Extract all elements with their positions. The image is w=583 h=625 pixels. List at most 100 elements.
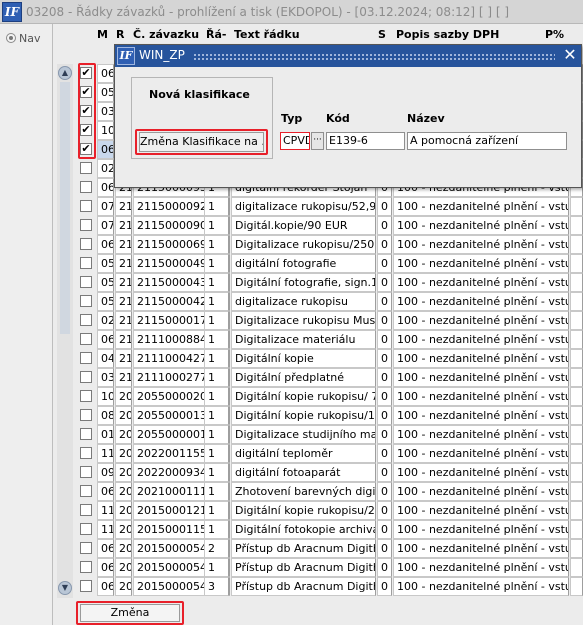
cell-pp[interactable] [570,501,583,520]
cell-s[interactable]: 0 [377,539,392,558]
cell-pp[interactable] [570,482,583,501]
cell-s[interactable]: 0 [377,292,392,311]
cell-m[interactable]: 07 [97,216,114,235]
row-checkbox[interactable] [80,390,92,402]
cell-tx[interactable]: Digitalizace studijního materiál [231,425,376,444]
row-checkbox[interactable] [80,580,92,592]
cell-m[interactable]: 06 [97,140,114,159]
cell-ra[interactable]: 3 [204,577,229,596]
cell-tx[interactable]: Digitální předplatné [231,368,376,387]
cell-tx[interactable]: digitální fotografie [231,254,376,273]
table-row[interactable]: 06 21 2111000884 1 Digitalizace materiálu 0 10… [53,330,583,349]
cell-m[interactable]: 06 [97,64,114,83]
typ-field[interactable]: CPVD [280,132,310,150]
row-checkbox[interactable] [80,162,92,174]
cell-m[interactable]: 10 [97,121,114,140]
cell-s[interactable]: 0 [377,501,392,520]
cell-r[interactable]: 21 [115,273,132,292]
cell-tx[interactable]: Přístup db Aracnum Digitheca [231,539,376,558]
cell-pd[interactable]: 100 - nezdanitelné plnění - vstu [393,406,569,425]
table-row[interactable]: 05 21 2115000042 1 digitalizace rukopisu 0 100… [53,292,583,311]
cell-s[interactable]: 0 [377,463,392,482]
cell-ra[interactable]: 1 [204,558,229,577]
cell-r[interactable]: 20 [115,558,132,577]
table-row[interactable]: 062020210001111Zhotovení barevných digit… [53,482,583,501]
cell-tx[interactable]: Digitalizace rukopisu Mus. 11 [231,311,376,330]
cell-tx[interactable]: Digitální kopie rukopisu/239,5 [231,501,376,520]
col-header-radek[interactable]: Řá- [206,28,226,41]
col-header-cislo-zavazku[interactable]: Č. závazku [133,28,199,41]
cell-tx[interactable]: Přístup db Aracnum Digitheca [231,558,376,577]
row-checkbox[interactable] [80,352,92,364]
cell-pp[interactable] [570,349,583,368]
cell-m[interactable]: 06 [97,482,114,501]
cell-r[interactable]: 21 [115,254,132,273]
cell-tx[interactable]: Digitální fotokopie archiválie/5 [231,520,376,539]
cell-ra[interactable]: 1 [204,463,229,482]
cell-r[interactable]: 20 [115,482,132,501]
table-row[interactable]: 05 21 2115000043 1 Digitální fotografie, sig… [53,273,583,292]
col-header-s[interactable]: S [378,28,386,41]
cell-pp[interactable] [570,387,583,406]
cell-m[interactable]: 06 [97,330,114,349]
cell-pd[interactable]: 100 - nezdanitelné plnění - vstu [393,273,569,292]
nav-radio-icon[interactable] [6,33,16,43]
table-row[interactable]: 11 20 2015000121 1 Digitální kopie rukopisu/… [53,501,583,520]
cell-pd[interactable]: 100 - nezdanitelné plnění - vstu [393,463,569,482]
cell-ra[interactable]: 2 [204,539,229,558]
cell-ra[interactable]: 1 [204,368,229,387]
cell-tx[interactable]: Digitál.kopie/90 EUR [231,216,376,235]
col-header-text-radku[interactable]: Text řádku [234,28,300,41]
cell-pd[interactable]: 100 - nezdanitelné plnění - vstu [393,482,569,501]
cell-pp[interactable] [570,368,583,387]
cell-s[interactable]: 0 [377,558,392,577]
table-row[interactable]: 01 20 2055000001 1 Digitalizace studijního m… [53,425,583,444]
cell-tx[interactable]: digitalizace rukopisu [231,292,376,311]
cell-pp[interactable] [570,425,583,444]
cell-r[interactable]: 21 [115,235,132,254]
cell-r[interactable]: 20 [115,539,132,558]
cell-tx[interactable]: digitalizace rukopisu/52,95EUR [231,197,376,216]
table-row[interactable]: 062020150000541Přístup db Aracnum Digith… [53,558,583,577]
cell-pd[interactable]: 100 - nezdanitelné plnění - vstu [393,558,569,577]
col-header-procent[interactable]: P% [545,28,564,41]
row-checkbox[interactable] [80,257,92,269]
table-row[interactable]: 062020150000543Přístup db Aracnum Digith… [53,577,583,596]
cell-tx[interactable]: digitální teploměr [231,444,376,463]
cell-tx[interactable]: Digitální kopie [231,349,376,368]
cell-r[interactable]: 20 [115,425,132,444]
row-checkbox[interactable] [80,238,92,250]
cell-ra[interactable]: 1 [204,406,229,425]
row-checkbox[interactable] [80,542,92,554]
cell-m[interactable]: 01 [97,425,114,444]
cell-pd[interactable]: 100 - nezdanitelné plnění - vstu [393,254,569,273]
row-checkbox[interactable] [80,333,92,345]
table-row[interactable]: 02 21 2115000017 1 Digitalizace rukopisu Mus… [53,311,583,330]
cell-r[interactable]: 20 [115,501,132,520]
cell-m[interactable]: 04 [97,349,114,368]
cell-pd[interactable]: 100 - nezdanitelné plnění - vstu [393,216,569,235]
cell-m[interactable]: 02 [97,311,114,330]
row-checkbox[interactable] [80,504,92,516]
nav-label[interactable]: Nav [19,32,40,45]
cell-m[interactable]: 10 [97,387,114,406]
cell-pd[interactable]: 100 - nezdanitelné plnění - vstu [393,387,569,406]
cell-ra[interactable]: 1 [204,520,229,539]
cell-pp[interactable] [570,273,583,292]
lookup-icon[interactable]: ··· [311,132,324,150]
col-header-r[interactable]: R [116,28,124,41]
cell-m[interactable]: 08 [97,406,114,425]
cell-pd[interactable]: 100 - nezdanitelné plnění - vstu [393,577,569,596]
cell-m[interactable]: 06 [97,539,114,558]
cell-s[interactable]: 0 [377,216,392,235]
cell-pd[interactable]: 100 - nezdanitelné plnění - vstu [393,235,569,254]
col-header-popis-sazby-dph[interactable]: Popis sazby DPH [396,28,499,41]
cell-m[interactable]: 11 [97,520,114,539]
cell-s[interactable]: 0 [377,482,392,501]
row-checkbox[interactable] [80,466,92,478]
cell-r[interactable]: 20 [115,577,132,596]
close-icon[interactable]: ✕ [562,47,578,63]
row-checkbox[interactable] [80,409,92,421]
cell-s[interactable]: 0 [377,368,392,387]
cell-m[interactable]: 05 [97,254,114,273]
